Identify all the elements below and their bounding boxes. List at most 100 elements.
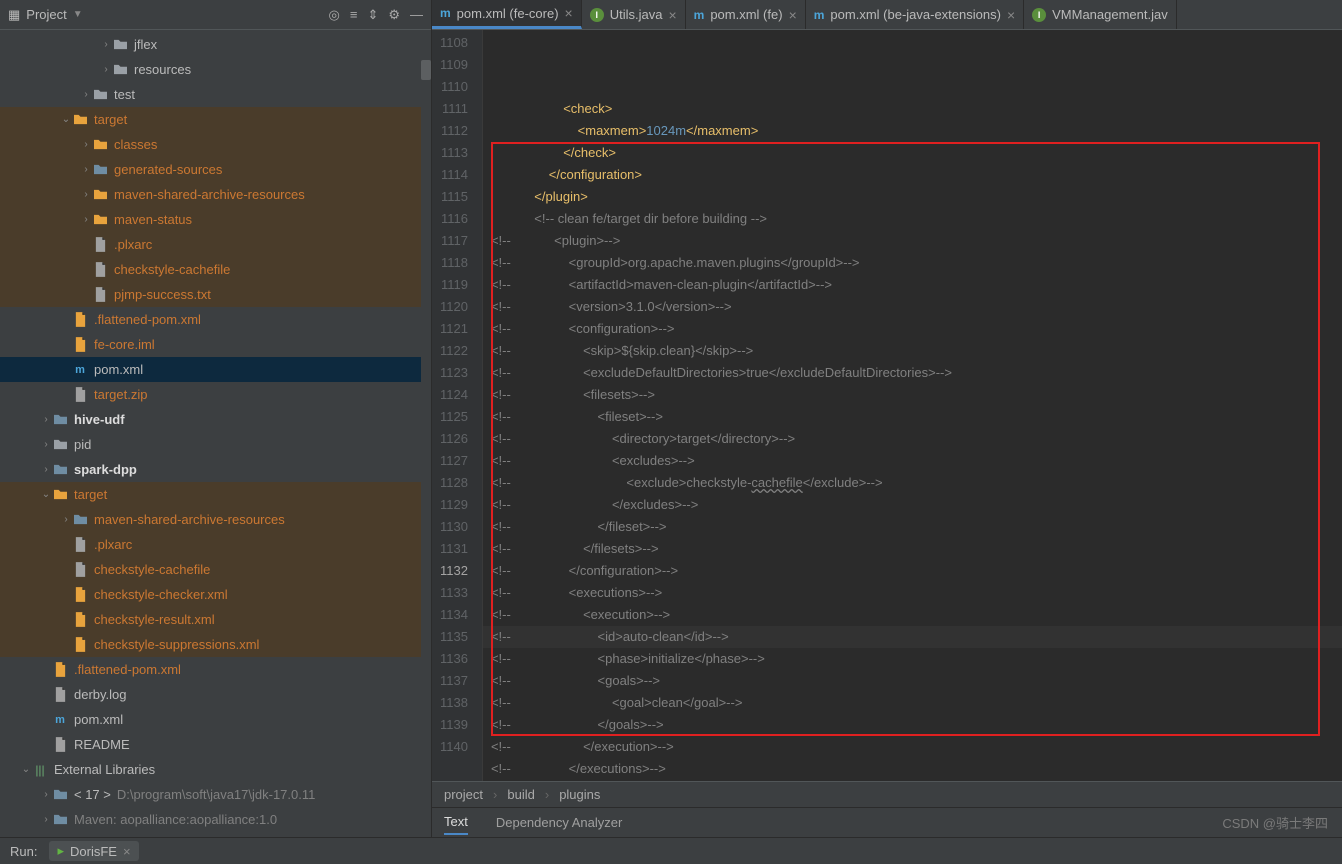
tree-node[interactable]: .plxarc xyxy=(0,232,431,257)
chevron-right-icon[interactable]: › xyxy=(80,89,92,100)
code-content[interactable]: <check> <maxmem>1024m</maxmem> </check> … xyxy=(483,30,1342,781)
tree-node[interactable]: derby.log xyxy=(0,682,431,707)
editor-tab[interactable]: IVMManagement.jav xyxy=(1024,0,1177,29)
code-line[interactable]: <check> xyxy=(483,98,1342,120)
tree-node[interactable]: checkstyle-cachefile xyxy=(0,257,431,282)
tree-node[interactable]: ›generated-sources xyxy=(0,157,431,182)
code-line[interactable]: <!-- </goals>--> xyxy=(483,714,1342,736)
code-line[interactable]: </plugin> xyxy=(483,186,1342,208)
tree-node[interactable]: ›maven-shared-archive-resources xyxy=(0,507,431,532)
collapse-icon[interactable]: ⇕ xyxy=(367,7,378,23)
code-line[interactable]: <!-- <groupId>org.apache.maven.plugins</… xyxy=(483,252,1342,274)
code-line[interactable]: <!-- <artifactId>maven-clean-plugin</art… xyxy=(483,274,1342,296)
locate-icon[interactable]: ◎ xyxy=(329,7,340,23)
code-line[interactable]: <!-- <exclude>checkstyle-cachefile</excl… xyxy=(483,472,1342,494)
tree-node[interactable]: ›test xyxy=(0,82,431,107)
code-line[interactable]: <!-- <phase>initialize</phase>--> xyxy=(483,648,1342,670)
tree-node[interactable]: ›maven-status xyxy=(0,207,431,232)
code-line[interactable]: <!-- </excludes>--> xyxy=(483,494,1342,516)
tree-node[interactable]: ›pid xyxy=(0,432,431,457)
tree-node[interactable]: ›classes xyxy=(0,132,431,157)
code-line[interactable]: <!-- <id>auto-clean</id>--> xyxy=(483,626,1342,648)
code-line[interactable]: <!-- <version>3.1.0</version>--> xyxy=(483,296,1342,318)
chevron-right-icon[interactable]: › xyxy=(40,414,52,425)
tree-node[interactable]: .flattened-pom.xml xyxy=(0,657,431,682)
code-line[interactable]: <!-- <fileset>--> xyxy=(483,406,1342,428)
chevron-right-icon[interactable]: › xyxy=(100,39,112,50)
code-line[interactable]: <!-- <skip>${skip.clean}</skip>--> xyxy=(483,340,1342,362)
code-line[interactable]: <!-- <excludes>--> xyxy=(483,450,1342,472)
chevron-right-icon[interactable]: › xyxy=(80,214,92,225)
chevron-down-icon[interactable]: ⌄ xyxy=(40,489,52,500)
close-icon[interactable]: × xyxy=(668,7,676,23)
code-line[interactable]: <!-- <excludeDefaultDirectories>true</ex… xyxy=(483,362,1342,384)
sub-tab[interactable]: Dependency Analyzer xyxy=(496,815,622,830)
code-line[interactable]: </configuration> xyxy=(483,164,1342,186)
sidebar-title[interactable]: ▦ Project ▼ xyxy=(8,7,321,23)
tree-node[interactable]: checkstyle-checker.xml xyxy=(0,582,431,607)
breadcrumb-item[interactable]: plugins xyxy=(559,787,600,802)
editor-tab[interactable]: mpom.xml (be-java-extensions)× xyxy=(806,0,1024,29)
tree-node[interactable]: .flattened-pom.xml xyxy=(0,307,431,332)
tree-node[interactable]: ⌄target xyxy=(0,107,431,132)
tree-node[interactable]: ›resources xyxy=(0,57,431,82)
editor-tab[interactable]: IUtils.java× xyxy=(582,0,686,29)
code-line[interactable]: <!-- <directory>target</directory>--> xyxy=(483,428,1342,450)
code-line[interactable]: <!-- </plugin>--> xyxy=(483,780,1342,781)
tree-node[interactable]: ›hive-udf xyxy=(0,407,431,432)
chevron-right-icon[interactable]: › xyxy=(40,464,52,475)
tree-node[interactable]: mpom.xml xyxy=(0,707,431,732)
tree-node[interactable]: ⌄target xyxy=(0,482,431,507)
tree-node[interactable]: ›< 17 >D:\program\soft\java17\jdk-17.0.1… xyxy=(0,782,431,807)
chevron-right-icon[interactable]: › xyxy=(80,189,92,200)
close-icon[interactable]: × xyxy=(565,5,573,21)
tree-node[interactable]: target.zip xyxy=(0,382,431,407)
chevron-right-icon[interactable]: › xyxy=(100,64,112,75)
tree-node[interactable]: ›spark-dpp xyxy=(0,457,431,482)
chevron-right-icon[interactable]: › xyxy=(40,789,52,800)
code-line[interactable]: <!-- </filesets>--> xyxy=(483,538,1342,560)
chevron-down-icon[interactable]: ⌄ xyxy=(60,114,72,125)
breadcrumb-item[interactable]: project xyxy=(444,787,483,802)
code-line[interactable]: <!-- <execution>--> xyxy=(483,604,1342,626)
tree-node[interactable]: fe-core.iml xyxy=(0,332,431,357)
sub-tab[interactable]: Text xyxy=(444,814,468,835)
code-line[interactable]: <maxmem>1024m</maxmem> xyxy=(483,120,1342,142)
project-tree[interactable]: ›jflex›resources›test⌄target›classes›gen… xyxy=(0,30,431,837)
breadcrumb[interactable]: project›build›plugins xyxy=(432,781,1342,807)
tree-node[interactable]: mpom.xml xyxy=(0,357,431,382)
tree-node[interactable]: pjmp-success.txt xyxy=(0,282,431,307)
code-line[interactable]: <!-- <plugin>--> xyxy=(483,230,1342,252)
code-line[interactable]: <!-- <goal>clean</goal>--> xyxy=(483,692,1342,714)
tree-node[interactable]: ›maven-shared-archive-resources xyxy=(0,182,431,207)
code-line[interactable]: <!-- </executions>--> xyxy=(483,758,1342,780)
editor-tab[interactable]: mpom.xml (fe-core)× xyxy=(432,0,582,29)
code-line[interactable]: <!-- <filesets>--> xyxy=(483,384,1342,406)
tree-node[interactable]: README xyxy=(0,732,431,757)
tree-node[interactable]: ⌄|||External Libraries xyxy=(0,757,431,782)
code-line[interactable]: <!-- <executions>--> xyxy=(483,582,1342,604)
chevron-right-icon[interactable]: › xyxy=(40,814,52,825)
hide-icon[interactable]: — xyxy=(410,7,423,23)
code-area[interactable]: 1108110911101111111211131114111511161117… xyxy=(432,30,1342,781)
editor-tab[interactable]: mpom.xml (fe)× xyxy=(686,0,806,29)
chevron-right-icon[interactable]: › xyxy=(60,514,72,525)
run-tab[interactable]: ▸ DorisFE × xyxy=(49,841,138,861)
close-icon[interactable]: × xyxy=(789,7,797,23)
code-line[interactable]: </check> xyxy=(483,142,1342,164)
tree-node[interactable]: ›jflex xyxy=(0,32,431,57)
code-line[interactable]: <!-- <configuration>--> xyxy=(483,318,1342,340)
tree-node[interactable]: .plxarc xyxy=(0,532,431,557)
chevron-right-icon[interactable]: › xyxy=(80,139,92,150)
close-icon[interactable]: × xyxy=(123,844,131,859)
gear-icon[interactable]: ⚙ xyxy=(388,7,400,23)
code-line[interactable]: <!-- </fileset>--> xyxy=(483,516,1342,538)
tree-node[interactable]: checkstyle-result.xml xyxy=(0,607,431,632)
tree-node[interactable]: checkstyle-suppressions.xml xyxy=(0,632,431,657)
code-line[interactable]: <!-- <goals>--> xyxy=(483,670,1342,692)
chevron-right-icon[interactable]: › xyxy=(40,439,52,450)
chevron-down-icon[interactable]: ⌄ xyxy=(20,764,32,775)
close-icon[interactable]: × xyxy=(1007,7,1015,23)
code-line[interactable]: <!-- clean fe/target dir before building… xyxy=(483,208,1342,230)
code-line[interactable]: <!-- </configuration>--> xyxy=(483,560,1342,582)
